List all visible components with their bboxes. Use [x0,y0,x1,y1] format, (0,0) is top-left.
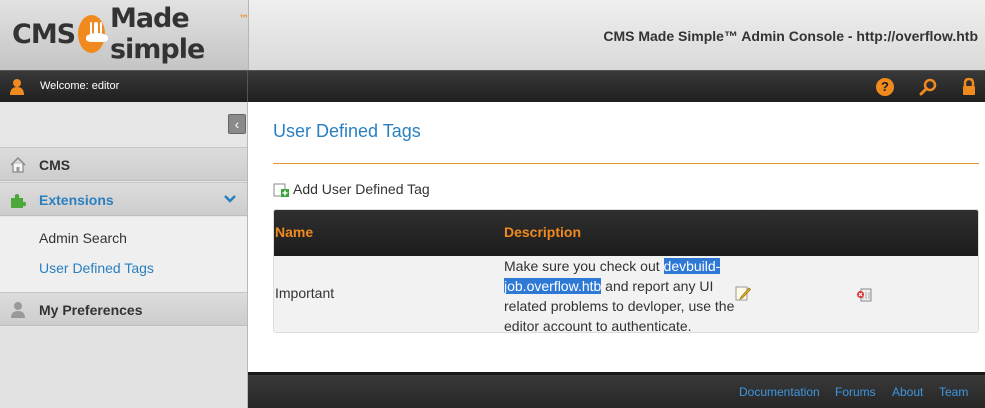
page-title: User Defined Tags [273,121,421,141]
sidebar-item-label: CMS [39,157,71,173]
collapse-sidebar-button[interactable]: ‹ [228,114,246,134]
submenu-item-admin-search[interactable]: Admin Search [39,230,127,246]
admin-page: CMS Made simple ™ CMS Made Simple™ Admin… [0,0,985,408]
top-toolbar: Welcome: editor ? [0,70,985,103]
help-icon[interactable]: ? [876,78,894,96]
header-title-area: CMS Made Simple™ Admin Console - http://… [248,0,985,70]
extensions-submenu: Admin Search User Defined Tags [0,217,247,292]
search-icon[interactable] [919,78,937,96]
table-row: Important Make sure you check out devbui… [274,256,978,332]
site-title: CMS Made Simple™ Admin Console - http://… [603,28,978,44]
udt-table: Name Description Important Make sure you… [273,209,979,333]
logo-island-icon [78,15,108,53]
lock-icon[interactable] [960,78,978,96]
user-icon [10,79,24,95]
title-divider [273,163,979,164]
edit-icon[interactable] [735,285,751,301]
toolbar-divider [247,71,248,103]
add-icon [273,183,289,197]
logo-word-made-simple: Made simple [109,3,205,65]
column-header-name[interactable]: Name [275,224,313,240]
footer-link-team[interactable]: Team [939,385,968,399]
tag-description: Make sure you check out devbuild-job.ove… [504,256,742,332]
column-header-description[interactable]: Description [504,224,581,240]
delete-icon[interactable] [856,286,872,302]
sidebar: ‹ CMS Extensions Admin Search User Defin… [0,102,248,408]
footer-link-forums[interactable]: Forums [835,385,876,399]
table-header: Name Description [274,210,978,256]
footer-link-documentation[interactable]: Documentation [739,385,820,399]
sidebar-item-cms[interactable]: CMS [0,147,247,181]
submenu-item-user-defined-tags[interactable]: User Defined Tags [39,260,154,276]
welcome-text: Welcome: editor [40,80,120,92]
add-user-defined-tag-link[interactable]: Add User Defined Tag [273,181,430,197]
footer-link-about[interactable]: About [892,385,923,399]
footer: Documentation Forums About Team [248,372,985,408]
description-text: Make sure you check out [504,258,664,274]
cms-logo[interactable]: CMS Made simple ™ [12,3,249,65]
logo-trademark: ™ [239,14,249,25]
home-icon [10,156,26,173]
puzzle-icon [11,194,26,208]
sidebar-item-label: Extensions [39,192,114,208]
sidebar-item-my-preferences[interactable]: My Preferences [0,292,247,326]
tag-name-link[interactable]: Important [275,285,334,301]
chevron-down-icon [224,195,236,203]
sidebar-filler [0,327,247,408]
sidebar-item-extensions[interactable]: Extensions [0,182,247,216]
header-logo-area: CMS Made simple ™ [0,0,249,70]
sidebar-item-label: My Preferences [39,302,143,318]
logo-word-cms: CMS [12,18,76,50]
add-link-label: Add User Defined Tag [293,181,430,197]
user-icon [11,302,25,318]
